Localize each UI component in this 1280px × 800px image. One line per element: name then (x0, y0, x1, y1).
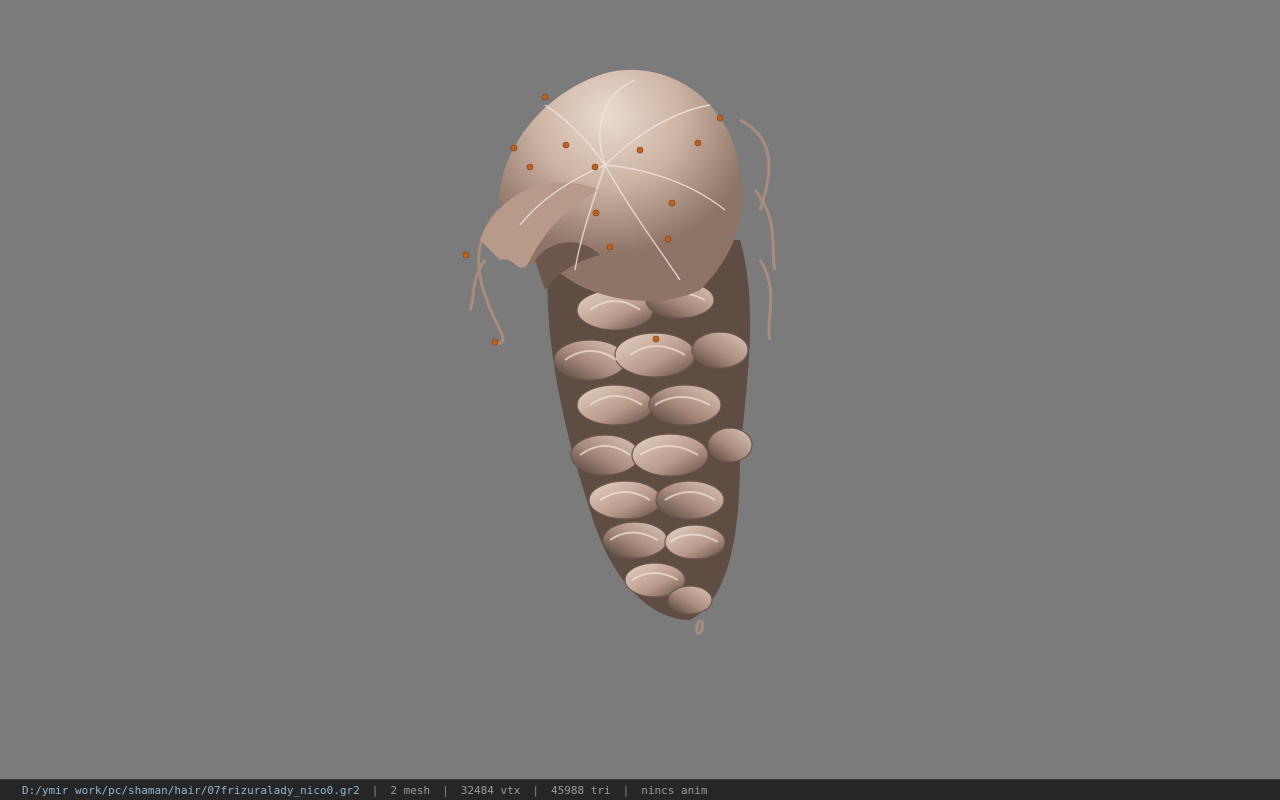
separator: | (622, 783, 630, 797)
animation-status: nincs anim (641, 783, 708, 797)
file-path: D:/ymir work/pc/shaman/hair/07frizuralad… (22, 783, 360, 797)
3d-viewport[interactable] (0, 0, 1280, 779)
separator: | (371, 783, 379, 797)
mesh-count: 2 mesh (390, 783, 431, 797)
separator: | (532, 783, 539, 797)
triangle-count: 45988 tri (551, 783, 611, 797)
status-bar: D:/ymir work/pc/shaman/hair/07frizuralad… (0, 779, 1280, 800)
separator: | (442, 783, 449, 797)
vertex-count: 32484 vtx (460, 783, 521, 797)
hair-model (462, 69, 777, 635)
